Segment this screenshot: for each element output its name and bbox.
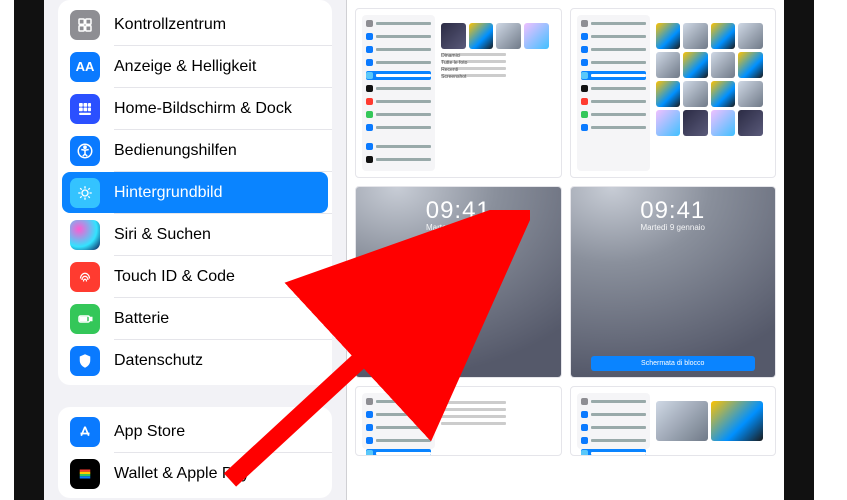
row-label: Siri & Suchen xyxy=(114,226,211,244)
row-label: App Store xyxy=(114,423,185,441)
settings-row-accessibility[interactable]: Bedienungshilfen xyxy=(58,130,332,171)
gallery-thumb-lock-2[interactable]: 09:41 Martedì 9 gennaio Schermata di blo… xyxy=(570,186,777,378)
settings-row-wallpaper[interactable]: Hintergrundbild xyxy=(62,172,328,213)
wallet-icon xyxy=(70,459,100,489)
lock-date: Martedì 9 gennaio xyxy=(571,223,776,232)
settings-sidebar: Kontrollzentrum AA Anzeige & Helligkeit … xyxy=(44,0,346,500)
display-icon: AA xyxy=(70,52,100,82)
gallery-thumb-1[interactable]: Dinamici Tutte le foto Recenti Screensho… xyxy=(355,8,562,178)
ipad-frame: Kontrollzentrum AA Anzeige & Helligkeit … xyxy=(14,0,814,500)
privacy-icon xyxy=(70,346,100,376)
settings-group-1: Kontrollzentrum AA Anzeige & Helligkeit … xyxy=(58,0,332,385)
settings-row-battery[interactable]: Batterie xyxy=(58,298,332,339)
row-label: Hintergrundbild xyxy=(114,184,223,202)
touchid-icon xyxy=(70,262,100,292)
settings-row-home[interactable]: Home-Bildschirm & Dock xyxy=(58,88,332,129)
home-screen-icon xyxy=(70,94,100,124)
lock-time: 09:41 xyxy=(356,197,561,225)
appstore-icon xyxy=(70,417,100,447)
settings-row-touchid[interactable]: Touch ID & Code xyxy=(58,256,332,297)
gallery-thumb-6[interactable] xyxy=(570,386,777,456)
row-label: Bedienungshilfen xyxy=(114,142,237,160)
row-label: Batterie xyxy=(114,310,169,328)
wallpaper-icon xyxy=(70,178,100,208)
siri-icon xyxy=(70,220,100,250)
settings-row-privacy[interactable]: Datenschutz xyxy=(58,340,332,381)
settings-row-appstore[interactable]: App Store xyxy=(58,411,332,452)
settings-group-2: App Store Wallet & Apple Pay xyxy=(58,407,332,498)
settings-row-control-center[interactable]: Kontrollzentrum xyxy=(58,4,332,45)
row-label: Datenschutz xyxy=(114,352,203,370)
lock-caption: Schermata di blocco xyxy=(591,356,755,371)
settings-row-display[interactable]: AA Anzeige & Helligkeit xyxy=(58,46,332,87)
screenshot-gallery: Dinamici Tutte le foto Recenti Screensho… xyxy=(346,0,784,500)
battery-icon xyxy=(70,304,100,334)
row-label: Anzeige & Helligkeit xyxy=(114,58,256,76)
row-label: Touch ID & Code xyxy=(114,268,235,286)
row-label: Wallet & Apple Pay xyxy=(114,465,249,483)
control-center-icon xyxy=(70,10,100,40)
lock-date: Martedì 9 gennaio xyxy=(356,223,561,232)
row-label: Kontrollzentrum xyxy=(114,16,226,34)
gallery-thumb-2[interactable] xyxy=(570,8,777,178)
gallery-thumb-5[interactable] xyxy=(355,386,562,456)
accessibility-icon xyxy=(70,136,100,166)
lock-time: 09:41 xyxy=(571,197,776,225)
settings-row-siri[interactable]: Siri & Suchen xyxy=(58,214,332,255)
row-label: Home-Bildschirm & Dock xyxy=(114,100,292,118)
settings-row-wallet[interactable]: Wallet & Apple Pay xyxy=(58,453,332,494)
gallery-thumb-lock-1[interactable]: 09:41 Martedì 9 gennaio xyxy=(355,186,562,378)
